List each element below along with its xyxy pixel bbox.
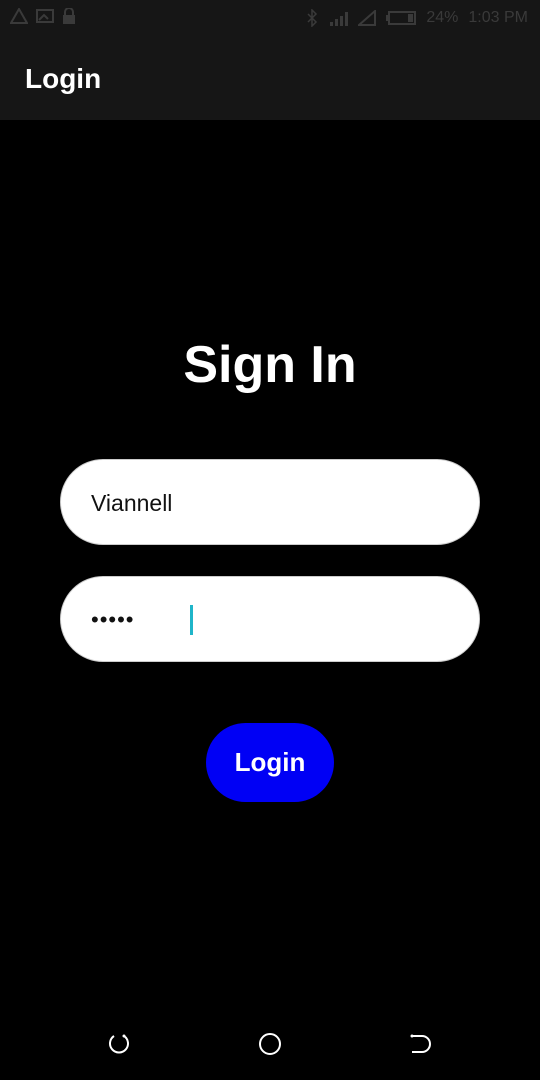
alert-triangle-icon xyxy=(10,8,28,24)
status-time: 1:03 PM xyxy=(468,9,528,26)
back-icon[interactable] xyxy=(408,1032,432,1056)
battery-percent: 24% xyxy=(426,9,459,26)
battery-icon xyxy=(386,10,417,26)
bluetooth-icon xyxy=(306,9,318,27)
status-left-icons xyxy=(10,8,76,24)
username-value: Viannell xyxy=(91,490,173,516)
image-icon xyxy=(36,8,54,24)
home-icon[interactable] xyxy=(258,1032,282,1056)
no-signal-icon xyxy=(358,10,377,26)
password-field[interactable]: ••••• xyxy=(60,576,480,662)
login-button[interactable]: Login xyxy=(206,723,334,802)
signal-icon xyxy=(328,10,349,26)
text-caret xyxy=(190,605,193,635)
password-value: ••••• xyxy=(91,607,135,632)
status-bar: 24% 1:03 PM xyxy=(0,0,540,36)
login-screen: 24% 1:03 PM Login Sign In Viannell •••••… xyxy=(0,0,540,1080)
recent-apps-icon[interactable] xyxy=(108,1032,132,1056)
sign-in-heading: Sign In xyxy=(183,336,357,394)
app-bar-title: Login xyxy=(25,63,102,94)
username-field[interactable]: Viannell xyxy=(60,459,480,545)
status-right-icons: 24% 1:03 PM xyxy=(306,8,528,28)
nav-bar xyxy=(0,1008,540,1080)
lock-icon xyxy=(62,8,76,24)
app-bar: Login xyxy=(0,36,540,120)
